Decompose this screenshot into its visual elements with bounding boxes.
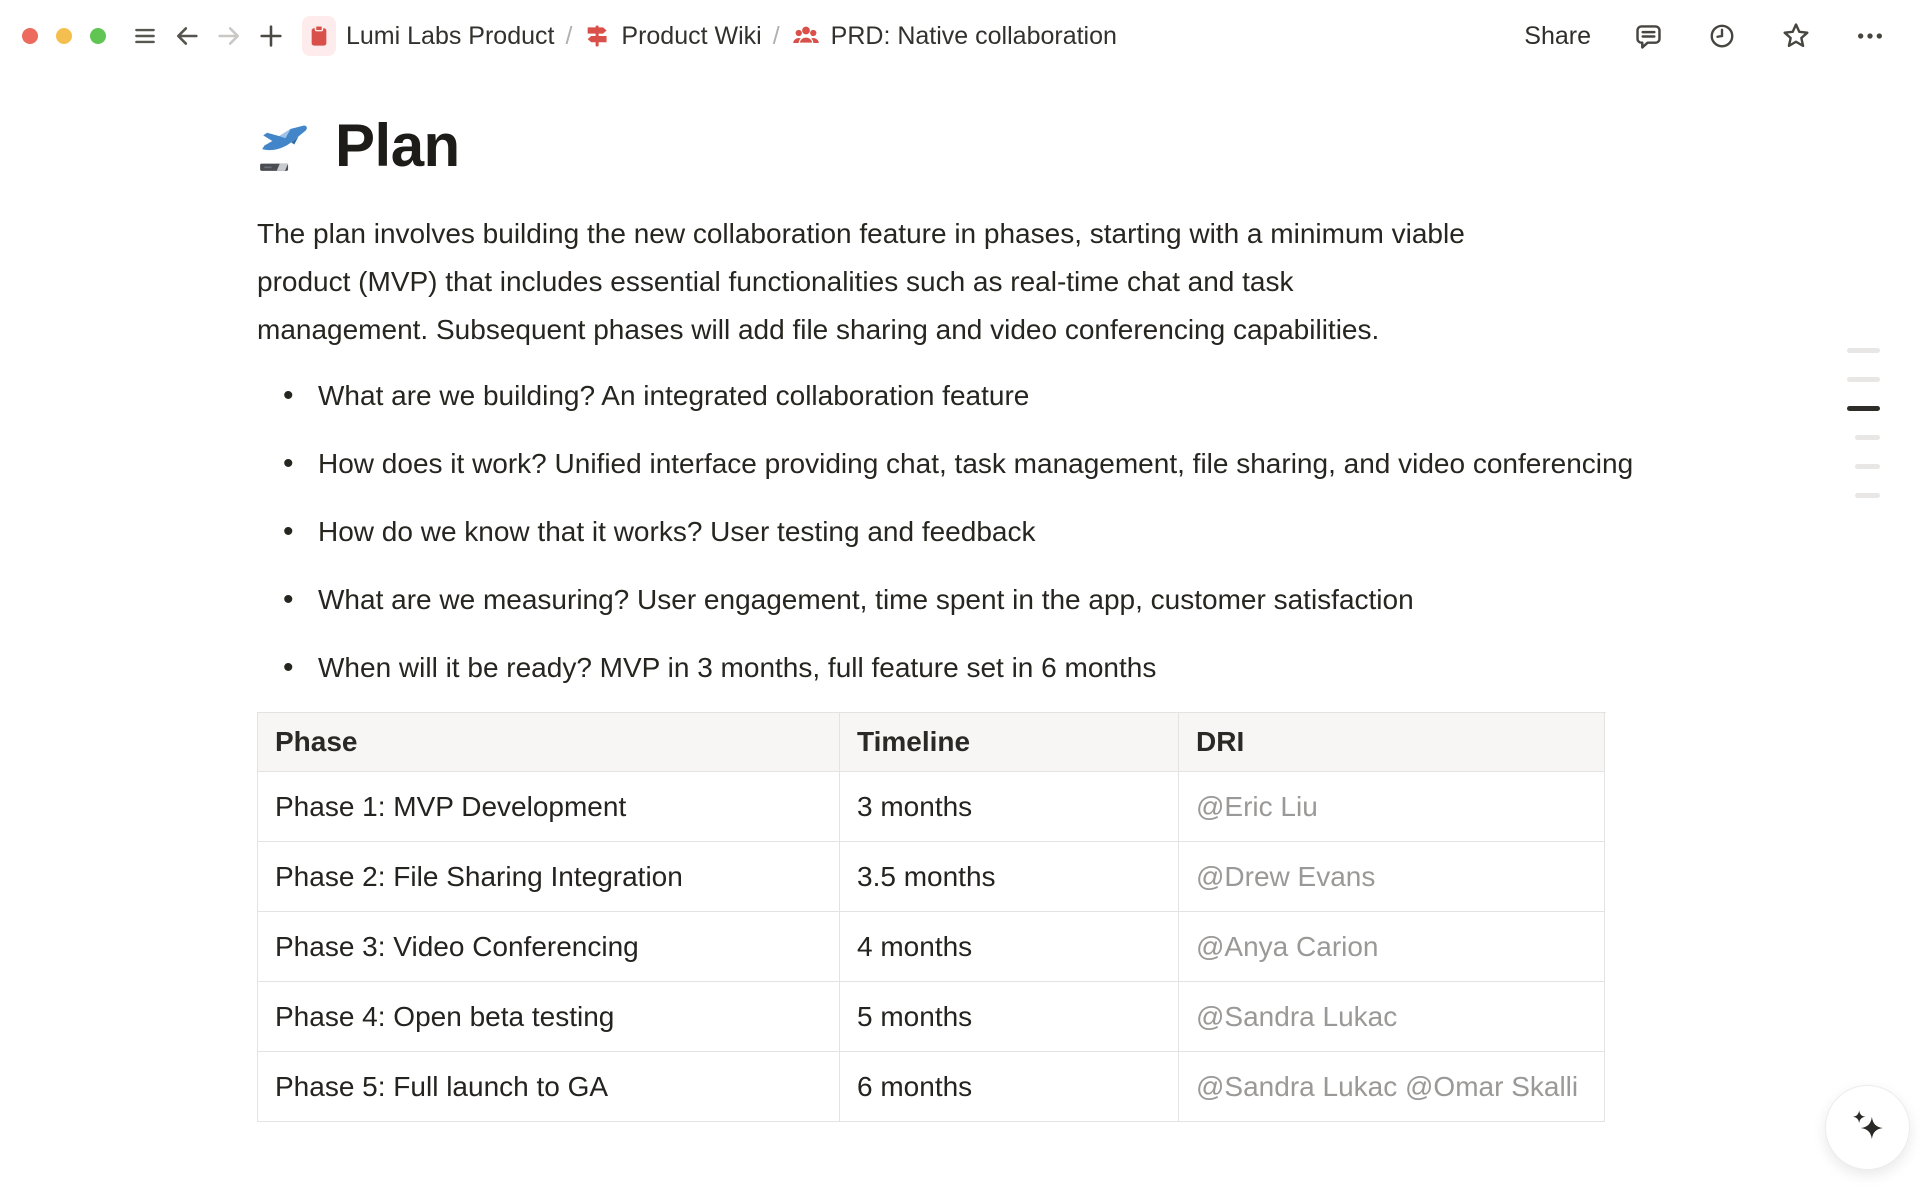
back-button[interactable] bbox=[170, 19, 204, 53]
breadcrumb: Lumi Labs Product / Product Wiki / PRD: … bbox=[294, 12, 1125, 60]
table-cell-timeline[interactable]: 5 months bbox=[840, 982, 1179, 1052]
table-cell-timeline[interactable]: 4 months bbox=[840, 912, 1179, 982]
bullet-item: How does it work? Unified interface prov… bbox=[257, 440, 1663, 488]
table-cell-phase[interactable]: Phase 3: Video Conferencing bbox=[258, 912, 840, 982]
intro-line: management. Subsequent phases will add f… bbox=[257, 306, 1663, 354]
intro-line: The plan involves building the new colla… bbox=[257, 210, 1663, 258]
breadcrumb-separator: / bbox=[562, 22, 575, 51]
table-cell-dri[interactable]: @Eric Liu bbox=[1179, 772, 1605, 842]
intro-paragraph: The plan involves building the new colla… bbox=[257, 210, 1663, 354]
clipboard-icon bbox=[302, 16, 336, 56]
airplane-departure-icon[interactable] bbox=[257, 117, 315, 175]
minimize-window-button[interactable] bbox=[56, 28, 72, 44]
page-body: Plan The plan involves building the new … bbox=[257, 110, 1663, 1122]
table-cell-phase[interactable]: Phase 5: Full launch to GA bbox=[258, 1052, 840, 1122]
bullet-item: What are we building? An integrated coll… bbox=[257, 372, 1663, 420]
column-header-phase[interactable]: Phase bbox=[258, 713, 840, 772]
star-icon bbox=[1780, 20, 1812, 52]
close-window-button[interactable] bbox=[22, 28, 38, 44]
breadcrumb-separator: / bbox=[770, 22, 783, 51]
hamburger-icon bbox=[132, 23, 158, 49]
window-titlebar: Lumi Labs Product / Product Wiki / PRD: … bbox=[0, 0, 1920, 72]
traffic-lights bbox=[22, 28, 106, 44]
table-cell-timeline[interactable]: 6 months bbox=[840, 1052, 1179, 1122]
breadcrumb-label: PRD: Native collaboration bbox=[831, 22, 1117, 51]
user-mention[interactable]: @Sandra Lukac bbox=[1196, 1001, 1397, 1033]
new-page-button[interactable] bbox=[254, 19, 288, 53]
table-cell-timeline[interactable]: 3 months bbox=[840, 772, 1179, 842]
user-mention[interactable]: @Eric Liu bbox=[1196, 791, 1318, 823]
forward-arrow-icon bbox=[215, 22, 243, 50]
breadcrumb-label: Product Wiki bbox=[621, 22, 761, 51]
bullet-item: What are we measuring? User engagement, … bbox=[257, 576, 1663, 624]
user-mention[interactable]: @Sandra Lukac @Omar Skalli bbox=[1196, 1071, 1578, 1103]
people-icon bbox=[791, 21, 821, 51]
table-cell-phase[interactable]: Phase 1: MVP Development bbox=[258, 772, 840, 842]
sparkles-icon bbox=[1847, 1107, 1889, 1149]
user-mention[interactable]: @Drew Evans bbox=[1196, 861, 1375, 893]
table-cell-timeline[interactable]: 3.5 months bbox=[840, 842, 1179, 912]
intro-line: product (MVP) that includes essential fu… bbox=[257, 258, 1663, 306]
sidebar-menu-button[interactable] bbox=[128, 19, 162, 53]
comment-bubble-icon bbox=[1633, 21, 1664, 52]
question-bullet-list: What are we building? An integrated coll… bbox=[257, 372, 1663, 692]
table-cell-dri[interactable]: @Anya Carion bbox=[1179, 912, 1605, 982]
share-button[interactable]: Share bbox=[1524, 22, 1591, 51]
outline-bar[interactable] bbox=[1847, 348, 1880, 353]
back-arrow-icon bbox=[173, 22, 201, 50]
more-options-button[interactable] bbox=[1853, 19, 1887, 53]
user-mention[interactable]: @Anya Carion bbox=[1196, 931, 1379, 963]
bullet-item: How do we know that it works? User testi… bbox=[257, 508, 1663, 556]
outline-bar[interactable] bbox=[1847, 377, 1880, 382]
plus-icon bbox=[257, 22, 285, 50]
table-cell-dri[interactable]: @Drew Evans bbox=[1179, 842, 1605, 912]
ai-assistant-button[interactable] bbox=[1825, 1085, 1910, 1170]
table-cell-phase[interactable]: Phase 4: Open beta testing bbox=[258, 982, 840, 1052]
favorite-button[interactable] bbox=[1779, 19, 1813, 53]
clock-icon bbox=[1707, 21, 1737, 51]
table-cell-dri[interactable]: @Sandra Lukac @Omar Skalli bbox=[1179, 1052, 1605, 1122]
column-header-dri[interactable]: DRI bbox=[1179, 713, 1605, 772]
page-title[interactable]: Plan bbox=[335, 110, 460, 182]
breadcrumb-item-wiki[interactable]: Product Wiki bbox=[575, 18, 769, 55]
breadcrumb-item-workspace[interactable]: Lumi Labs Product bbox=[294, 12, 562, 60]
column-header-timeline[interactable]: Timeline bbox=[840, 713, 1179, 772]
signpost-icon bbox=[583, 22, 611, 50]
table-cell-phase[interactable]: Phase 2: File Sharing Integration bbox=[258, 842, 840, 912]
history-button[interactable] bbox=[1705, 19, 1739, 53]
ellipsis-icon bbox=[1854, 20, 1886, 52]
outline-rail bbox=[1847, 348, 1880, 522]
outline-bar[interactable] bbox=[1855, 464, 1880, 469]
breadcrumb-item-page[interactable]: PRD: Native collaboration bbox=[783, 17, 1125, 55]
phase-table: Phase Timeline DRI Phase 1: MVP Developm… bbox=[257, 712, 1606, 1122]
bullet-item: When will it be ready? MVP in 3 months, … bbox=[257, 644, 1663, 692]
outline-bar-current[interactable] bbox=[1847, 406, 1880, 411]
table-cell-dri[interactable]: @Sandra Lukac bbox=[1179, 982, 1605, 1052]
outline-bar[interactable] bbox=[1855, 435, 1880, 440]
outline-bar[interactable] bbox=[1855, 493, 1880, 498]
zoom-window-button[interactable] bbox=[90, 28, 106, 44]
breadcrumb-label: Lumi Labs Product bbox=[346, 22, 554, 51]
comments-button[interactable] bbox=[1631, 19, 1665, 53]
forward-button[interactable] bbox=[212, 19, 246, 53]
